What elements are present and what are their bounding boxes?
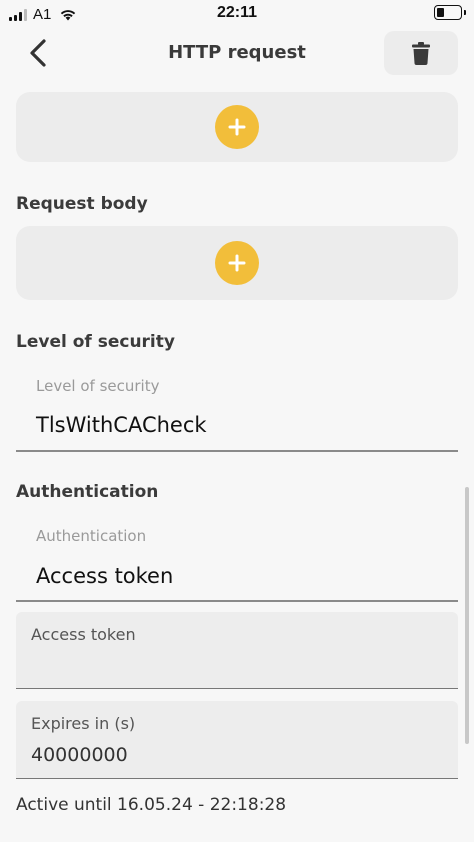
status-bar: A1 22:11 <box>0 0 474 28</box>
request-body-title: Request body <box>16 194 148 214</box>
add-header-button[interactable] <box>215 105 259 149</box>
authentication-field-underline <box>16 600 458 602</box>
security-field-underline <box>16 450 458 452</box>
authentication-title: Authentication <box>16 482 159 502</box>
status-time: 22:11 <box>216 4 258 21</box>
battery-icon <box>434 5 466 20</box>
scrollbar[interactable] <box>465 487 469 744</box>
expires-in-label: Expires in (s) <box>31 714 136 733</box>
plus-icon <box>228 118 246 136</box>
expires-in-input[interactable]: Expires in (s) 40000000 <box>16 701 458 779</box>
security-field-label: Level of security <box>36 377 160 395</box>
app-header: HTTP request <box>0 28 474 78</box>
authentication-field-value[interactable]: Access token <box>36 564 173 588</box>
authentication-field-label: Authentication <box>36 527 147 545</box>
trash-icon <box>412 41 430 65</box>
delete-button[interactable] <box>384 31 458 75</box>
access-token-input[interactable]: Access token <box>16 612 458 689</box>
expires-in-value[interactable]: 40000000 <box>31 744 128 766</box>
security-title: Level of security <box>16 332 175 352</box>
active-until-text: Active until 16.05.24 - 22:18:28 <box>16 795 287 815</box>
add-request-body-button[interactable] <box>215 241 259 285</box>
plus-icon <box>228 254 246 272</box>
request-body-card <box>16 226 458 300</box>
access-token-label: Access token <box>31 625 136 644</box>
expires-in-underline <box>16 777 458 779</box>
access-token-underline <box>16 687 458 689</box>
security-field-value[interactable]: TlsWithCACheck <box>36 413 207 437</box>
headers-card <box>16 92 458 162</box>
